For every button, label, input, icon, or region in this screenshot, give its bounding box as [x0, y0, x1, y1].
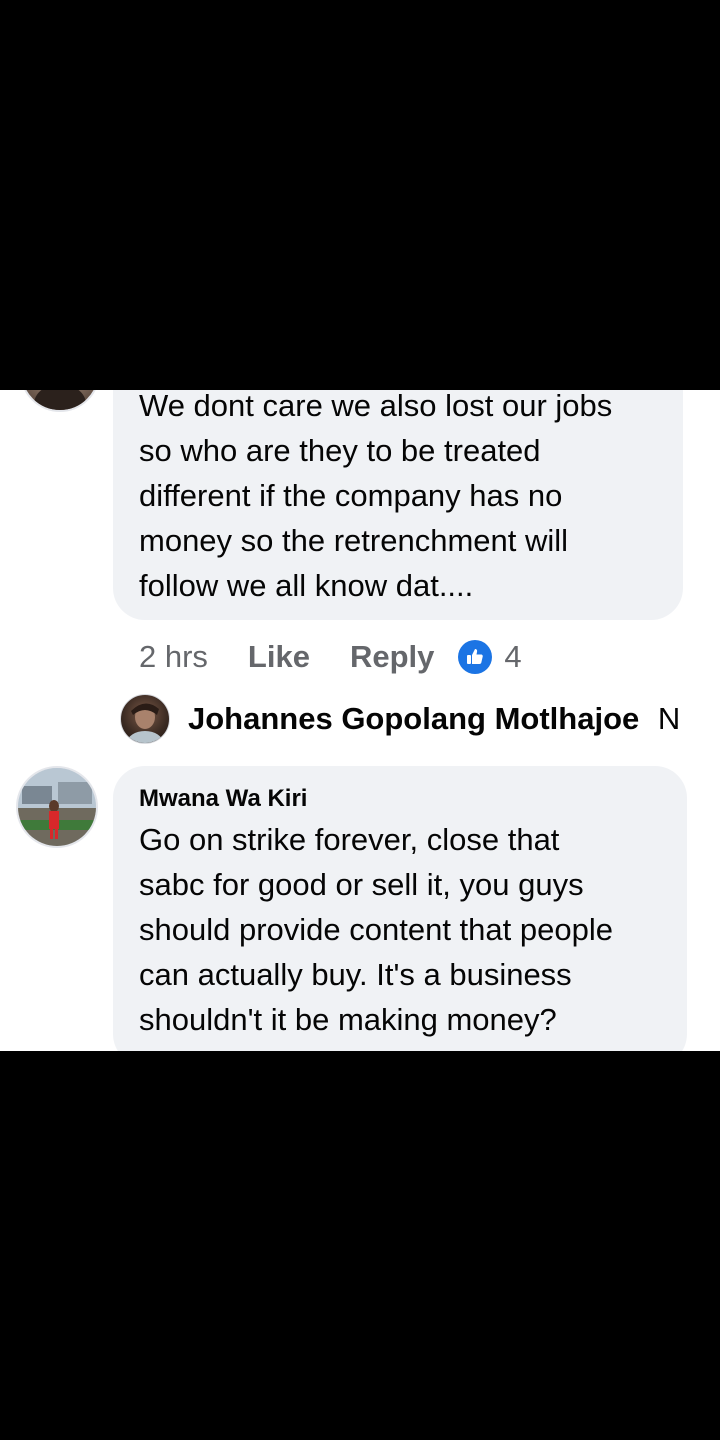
- reply-author-avatar[interactable]: [120, 694, 170, 744]
- thumbs-up-icon[interactable]: [458, 640, 493, 674]
- reply-preview[interactable]: Johannes Gopolang Motlhajoe N: [120, 694, 700, 744]
- comment-author-name[interactable]: Mwana Wa Kiri: [139, 785, 307, 813]
- comment-thread: We dont care we also lost our jobs so wh…: [0, 390, 720, 1051]
- comment-text: We dont care we also lost our jobs so wh…: [139, 390, 613, 603]
- comment-actions: 2 hrs Like Reply 4: [139, 635, 522, 679]
- avatar-photo-icon: [127, 703, 163, 743]
- screen: We dont care we also lost our jobs so wh…: [0, 0, 720, 1440]
- reply-button[interactable]: Reply: [350, 639, 434, 675]
- like-button[interactable]: Like: [248, 639, 310, 675]
- commenter-avatar[interactable]: [20, 390, 100, 412]
- reply-snippet: N: [657, 701, 681, 736]
- black-overlay-bottom: [0, 1051, 720, 1440]
- reply-author-name: Johannes Gopolang Motlhajoe N: [188, 701, 682, 737]
- avatar-photo-icon: [18, 768, 96, 846]
- comment-timestamp[interactable]: 2 hrs: [139, 639, 208, 675]
- thumbs-up-glyph: [467, 649, 484, 664]
- reply-author: Johannes Gopolang Motlhajoe: [188, 701, 640, 736]
- comment-text: Go on strike forever, close that sabc fo…: [139, 822, 613, 1037]
- reaction-count[interactable]: 4: [504, 639, 521, 675]
- commenter-avatar[interactable]: [16, 766, 98, 848]
- avatar-photo-icon: [34, 390, 86, 410]
- black-overlay-top: [0, 0, 720, 390]
